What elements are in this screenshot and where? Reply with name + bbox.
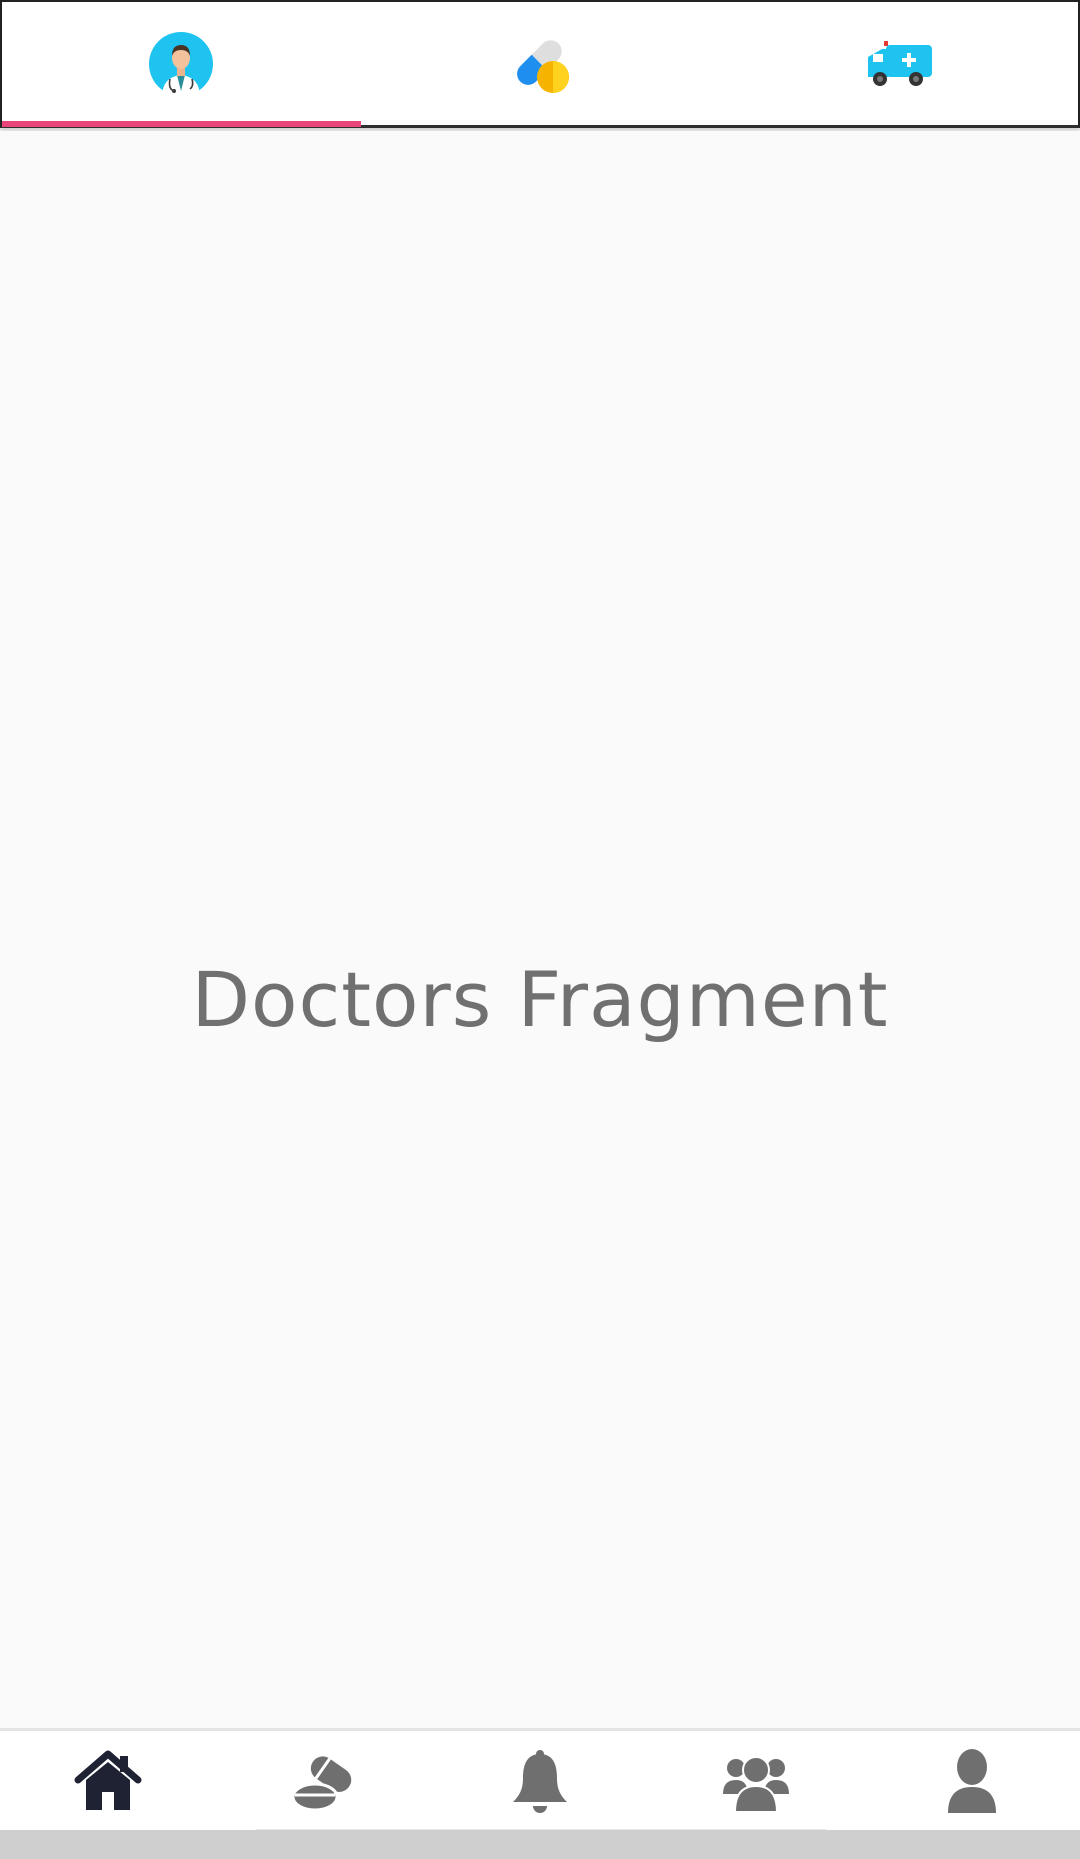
top-tab-bar xyxy=(0,0,1080,128)
tab-medicines[interactable] xyxy=(361,2,720,125)
nav-item-pharmacy[interactable] xyxy=(216,1731,432,1830)
pill-icon xyxy=(291,1755,352,1811)
bottom-navigation xyxy=(0,1728,1080,1830)
system-navigation-bar xyxy=(0,1830,1080,1859)
tab-ambulance[interactable] xyxy=(719,2,1078,125)
nav-item-notifications[interactable] xyxy=(432,1731,648,1830)
nav-item-community[interactable] xyxy=(648,1731,864,1830)
nav-item-profile[interactable] xyxy=(864,1731,1080,1830)
tab-doctors[interactable] xyxy=(2,2,361,127)
pills-icon xyxy=(517,39,569,93)
fragment-container xyxy=(0,131,1080,1730)
doctor-avatar-icon xyxy=(149,31,214,97)
people-icon xyxy=(723,1755,789,1812)
nav-item-home[interactable] xyxy=(0,1731,216,1830)
bell-icon xyxy=(513,1749,567,1813)
home-icon xyxy=(74,1750,142,1810)
ambulance-icon xyxy=(867,40,932,86)
fragment-label: Doctors Fragment xyxy=(191,955,889,1044)
user-icon xyxy=(948,1748,996,1813)
tab-selected-indicator xyxy=(2,121,361,127)
